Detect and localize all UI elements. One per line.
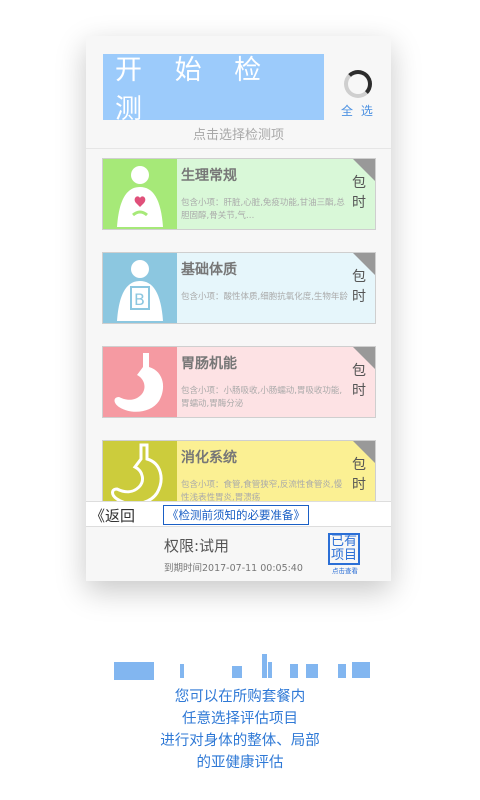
card-desc: 包含小项：食管,食管狭窄,反流性食管炎,慢性浅表性胃炎,胃溃疡 (181, 480, 343, 501)
pre-test-notice-link[interactable]: 《检测前须知的必要准备》 (163, 505, 309, 525)
corner-mark-icon (353, 253, 375, 275)
digestive-icon (103, 441, 177, 501)
card-desc: 包含小项：肝脏,心脏,免疫功能,甘油三酯,总胆固醇,骨关节,气… (181, 198, 345, 221)
screen-reflection (100, 646, 380, 686)
owned-items-button[interactable]: 已有项目 (328, 533, 360, 565)
corner-mark-icon (353, 441, 375, 463)
back-button[interactable]: 《返回 (90, 505, 135, 526)
body-heart-icon (103, 159, 177, 229)
start-detection-button[interactable]: 开 始 检 测 (103, 54, 324, 125)
test-card-gastro[interactable]: 胃肠机能 包含小项：小肠吸收,小肠蠕动,胃吸收功能,胃蠕动,胃酶分泌 包时 (102, 346, 376, 418)
select-all-label: 全 选 (341, 104, 375, 118)
app-screen: 开 始 检 测 全 选 点击选择检测项 生理常规 包含小项：肝脏,心脏,免疫功能… (86, 36, 391, 581)
card-title: 基础体质 (181, 262, 237, 278)
card-title: 消化系统 (181, 450, 237, 466)
test-item-list[interactable]: 生理常规 包含小项：肝脏,心脏,免疫功能,甘油三酯,总胆固醇,骨关节,气… 包时… (86, 149, 391, 501)
permission-label: 权限:试用 (164, 537, 230, 555)
card-title: 生理常规 (181, 168, 237, 184)
select-all-toggle[interactable]: 全 选 (341, 70, 379, 122)
promo-line-3: 进行对身体的整体、局部 (160, 733, 320, 749)
select-hint: 点击选择检测项 (192, 128, 284, 143)
body-b-icon: B (103, 253, 177, 323)
card-desc: 包含小项：酸性体质,细胞抗氧化度,生物年龄 (181, 292, 348, 302)
test-card-physiology[interactable]: 生理常规 包含小项：肝脏,心脏,免疫功能,甘油三酯,总胆固醇,骨关节,气… 包时 (102, 158, 376, 230)
test-card-constitution[interactable]: B 基础体质 包含小项：酸性体质,细胞抗氧化度,生物年龄 包时 (102, 252, 376, 324)
owned-items-subtitle[interactable]: 点击查看 (326, 565, 364, 575)
stomach-icon (103, 347, 177, 417)
promo-line-4: 的亚健康评估 (196, 755, 284, 771)
expire-time: 到期时间2017-07-11 00:05:40 (164, 563, 303, 574)
select-all-ring-icon (344, 70, 372, 98)
corner-mark-icon (353, 159, 375, 181)
bottom-nav-bar: 《返回 《检测前须知的必要准备》 (86, 501, 391, 527)
promo-text: 您可以在所购套餐内 任意选择评估项目 进行对身体的整体、局部 的亚健康评估 (0, 686, 480, 774)
corner-mark-icon (353, 347, 375, 369)
card-desc: 包含小项：小肠吸收,小肠蠕动,胃吸收功能,胃蠕动,胃酶分泌 (181, 386, 343, 409)
svg-text:B: B (134, 290, 145, 309)
card-title: 胃肠机能 (181, 356, 237, 372)
promo-line-1: 您可以在所购套餐内 (174, 689, 306, 705)
promo-line-2: 任意选择评估项目 (182, 711, 298, 727)
test-card-digestive[interactable]: 消化系统 包含小项：食管,食管狭窄,反流性食管炎,慢性浅表性胃炎,胃溃疡 包时 (102, 440, 376, 501)
